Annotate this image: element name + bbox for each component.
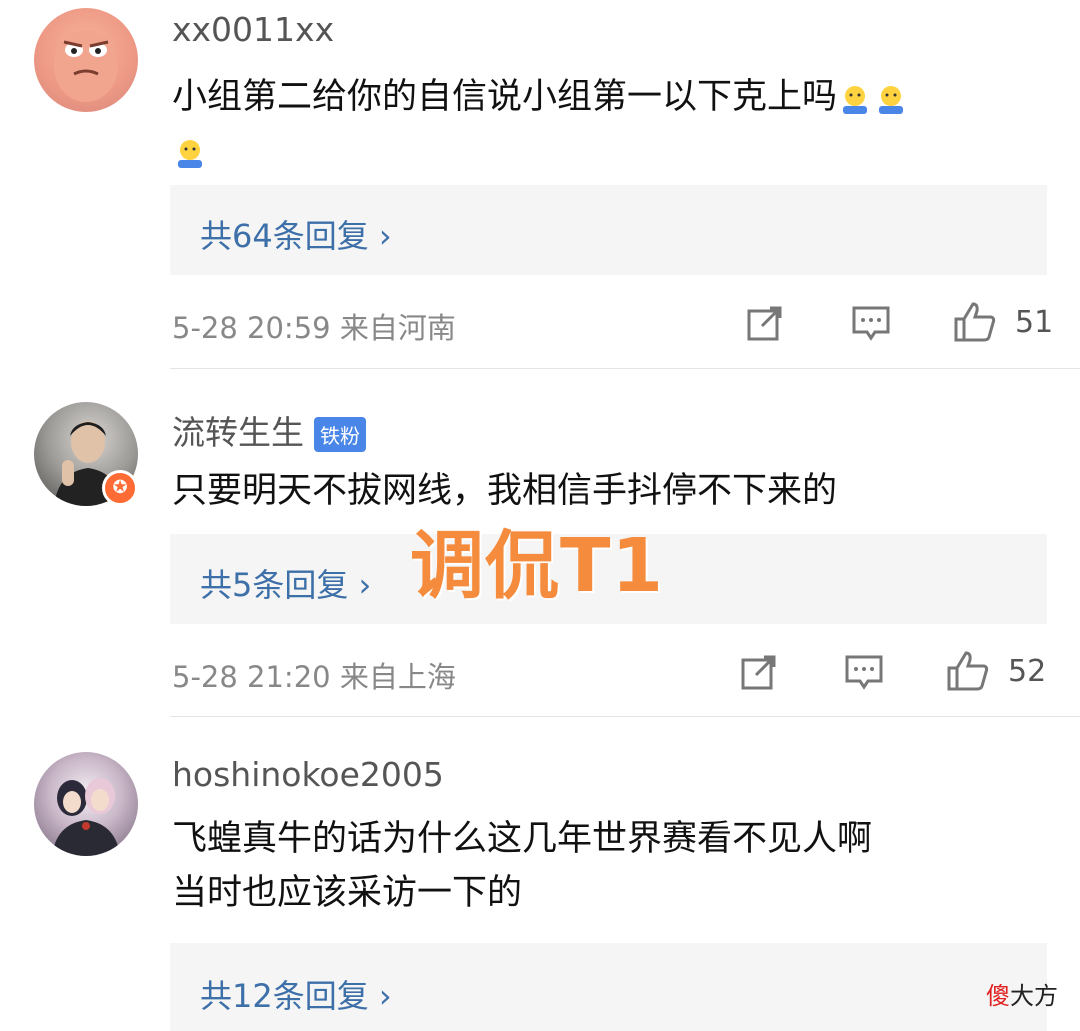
- shrug-emoji-icon: [172, 134, 208, 170]
- like-count: 52: [1008, 654, 1047, 689]
- share-icon[interactable]: [746, 304, 784, 346]
- replies-box[interactable]: 共12条回复 ›: [170, 943, 1047, 1031]
- comment-text: 小组第二给你的自信说小组第一以下克上吗: [172, 70, 1052, 178]
- divider: [170, 368, 1080, 369]
- username[interactable]: hoshinokoe2005: [172, 755, 444, 794]
- comment-icon[interactable]: [851, 304, 891, 346]
- replies-link[interactable]: 共5条回复 ›: [200, 560, 371, 606]
- anime-avatar-art: [52, 778, 120, 856]
- comment-text-line: 当时也应该采访一下的: [172, 873, 523, 913]
- shrug-emoji-icon: [837, 80, 873, 116]
- share-icon[interactable]: [740, 653, 778, 695]
- like-icon[interactable]: [953, 301, 997, 347]
- replies-box[interactable]: 共64条回复 ›: [170, 185, 1047, 275]
- avatar[interactable]: [34, 752, 138, 856]
- comment-text-line: 飞蝗真牛的话为什么这几年世界赛看不见人啊: [172, 819, 873, 859]
- comment-text-content: 小组第二给你的自信说小组第一以下克上吗: [172, 77, 838, 117]
- overlay-caption: 调侃T1: [410, 523, 664, 609]
- like-count: 51: [1015, 305, 1054, 340]
- avatar[interactable]: [34, 8, 138, 112]
- like-icon[interactable]: [946, 650, 990, 696]
- patrick-avatar-art: [54, 30, 118, 102]
- watermark-red-char: 傻: [986, 982, 1010, 1010]
- comment-text: 飞蝗真牛的话为什么这几年世界赛看不见人啊 当时也应该采访一下的: [172, 812, 1052, 920]
- comment-meta: 5-28 21:20 来自上海: [172, 660, 456, 694]
- username-text: 流转生生: [172, 413, 304, 452]
- replies-count-label: 共12条回复: [200, 977, 369, 1015]
- replies-count-label: 共64条回复: [200, 217, 369, 255]
- replies-link[interactable]: 共12条回复 ›: [200, 971, 392, 1017]
- replies-link[interactable]: 共64条回复 ›: [200, 211, 392, 257]
- comment-icon[interactable]: [844, 653, 884, 695]
- shrug-emoji-icon: [873, 80, 909, 116]
- divider: [170, 716, 1080, 717]
- fan-tag: 铁粉: [314, 417, 366, 452]
- username[interactable]: 流转生生 铁粉: [172, 406, 366, 454]
- comment-meta: 5-28 20:59 来自河南: [172, 311, 456, 345]
- watermark-text: 大方: [1010, 982, 1058, 1010]
- watermark: 傻大方: [986, 976, 1058, 1011]
- username[interactable]: xx0011xx: [172, 10, 334, 49]
- replies-count-label: 共5条回复: [200, 566, 349, 604]
- verified-star-icon: ✪: [102, 470, 138, 506]
